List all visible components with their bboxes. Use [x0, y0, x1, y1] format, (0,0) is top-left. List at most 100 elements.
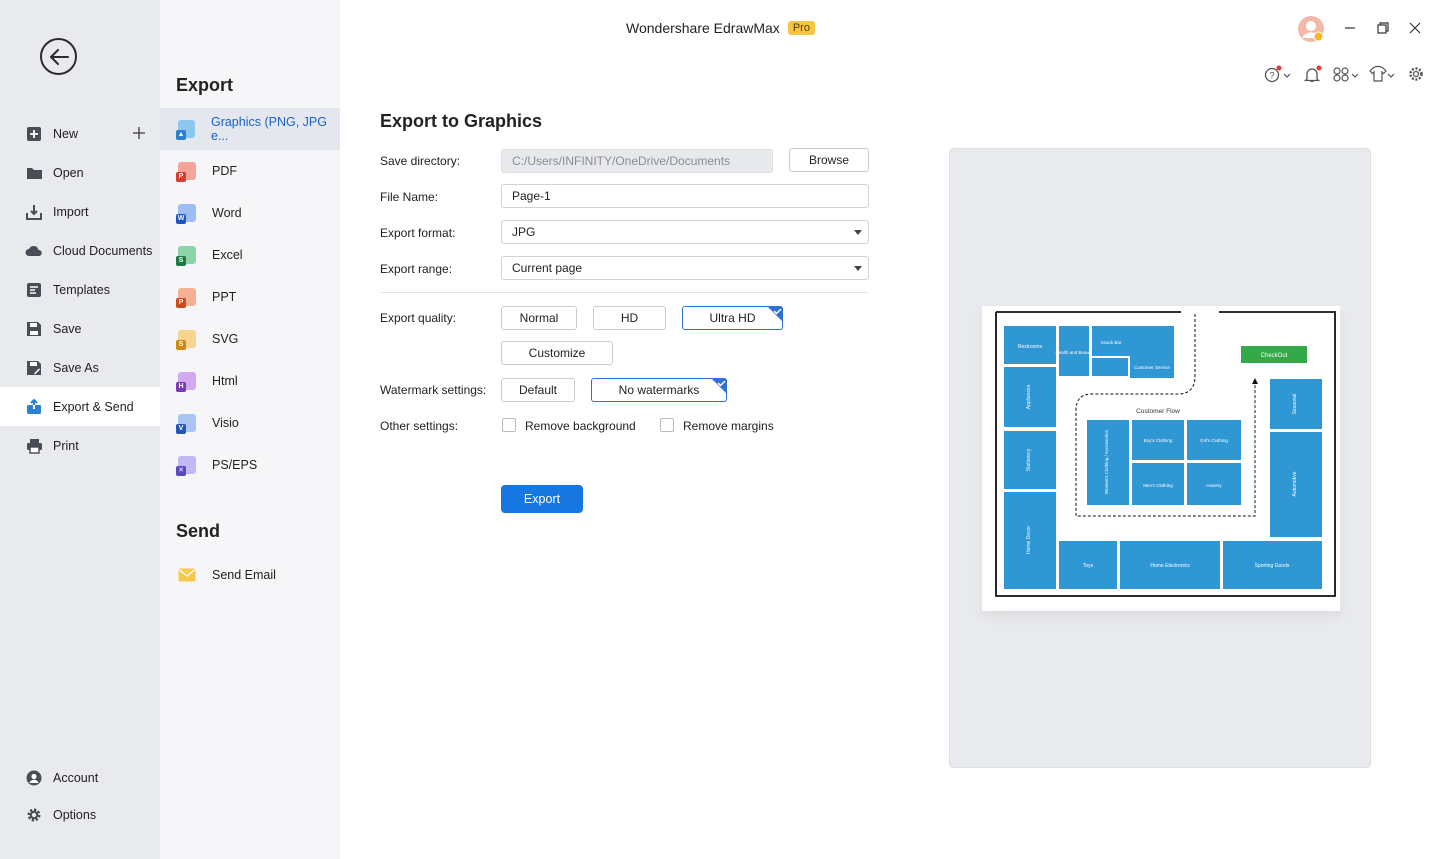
quality-hd-button[interactable]: HD — [593, 306, 666, 330]
avatar[interactable] — [1296, 14, 1326, 44]
save-directory-field: C:/Users/INFINITY/OneDrive/Documents — [501, 149, 773, 173]
chevron-down-icon — [854, 266, 862, 271]
divider — [380, 292, 869, 293]
notifications-button[interactable] — [1303, 64, 1323, 84]
sidebar-item-label: New — [53, 126, 79, 141]
export-item-ps-eps[interactable]: ✕ PS/EPS — [160, 444, 340, 486]
block-label: Home Decor — [1026, 526, 1032, 554]
block-small — [1092, 358, 1128, 376]
arrow-left-icon — [49, 48, 69, 65]
remove-margins-checkbox[interactable] — [660, 418, 674, 432]
save-directory-label: Save directory: — [380, 154, 461, 168]
sidebar-item-templates[interactable]: Templates — [0, 270, 160, 309]
sidebar-item-label: Cloud Documents — [53, 243, 153, 258]
export-item-label: Html — [212, 374, 238, 388]
minimize-icon — [1345, 27, 1355, 29]
export-format-label: Export format: — [380, 226, 456, 240]
export-item-label: SVG — [212, 332, 239, 346]
sidebar-item-label: Import — [53, 204, 89, 219]
preview-thumbnail: Restrooms Health and Beauty Snack Bar Cu… — [982, 306, 1340, 611]
block-label: Women's Clothing / Accessories — [1104, 429, 1109, 494]
svg-file-icon: S — [176, 330, 196, 350]
sidebar-item-label: Options — [53, 807, 97, 822]
theme-button[interactable] — [1368, 64, 1396, 84]
export-item-svg[interactable]: S SVG — [160, 318, 340, 360]
settings-button[interactable] — [1407, 64, 1425, 84]
image-file-icon: ▲ — [176, 120, 195, 140]
sidebar-item-export-send[interactable]: Export & Send — [0, 387, 160, 426]
sidebar-item-label: Account — [53, 770, 99, 785]
block-label: CheckOut — [1261, 353, 1288, 359]
export-item-visio[interactable]: V Visio — [160, 402, 340, 444]
sidebar: New Open Import Cloud Documents Template… — [0, 0, 160, 859]
export-item-ppt[interactable]: P PPT — [160, 276, 340, 318]
block-label: Automotive — [1292, 471, 1298, 496]
export-item-graphics[interactable]: ▲ Graphics (PNG, JPG e... — [160, 108, 340, 150]
sidebar-item-save[interactable]: Save — [0, 309, 160, 348]
sidebar-item-open[interactable]: Open — [0, 153, 160, 192]
help-button[interactable]: ? — [1264, 64, 1292, 84]
pro-badge: Pro — [787, 21, 815, 35]
new-icon — [25, 125, 43, 143]
sidebar-item-cloud-documents[interactable]: Cloud Documents — [0, 231, 160, 270]
send-item-email[interactable]: Send Email — [160, 554, 340, 596]
preview-panel: Restrooms Health and Beauty Snack Bar Cu… — [949, 148, 1371, 768]
sidebar-item-account[interactable]: Account — [0, 758, 160, 797]
export-item-label: PS/EPS — [212, 458, 258, 472]
close-icon — [1409, 22, 1421, 34]
export-button[interactable]: Export — [501, 485, 583, 513]
excel-file-icon: S — [176, 246, 196, 266]
export-item-label: PPT — [212, 290, 237, 304]
watermark-default-button[interactable]: Default — [501, 378, 575, 402]
remove-margins-label: Remove margins — [683, 419, 774, 433]
watermark-none-label: No watermarks — [618, 383, 700, 397]
export-icon — [25, 398, 43, 416]
plus-icon[interactable] — [132, 126, 146, 140]
quality-normal-button[interactable]: Normal — [501, 306, 577, 330]
sidebar-item-new[interactable]: New — [0, 114, 160, 153]
sidebar-item-import[interactable]: Import — [0, 192, 160, 231]
minimize-button[interactable] — [1338, 16, 1362, 40]
file-name-value: Page-1 — [512, 189, 551, 203]
sidebar-item-label: Open — [53, 165, 84, 180]
remove-background-checkbox[interactable] — [502, 418, 516, 432]
export-range-label: Export range: — [380, 262, 453, 276]
sidebar-item-print[interactable]: Print — [0, 426, 160, 465]
gear-icon — [25, 806, 43, 824]
export-item-word[interactable]: W Word — [160, 192, 340, 234]
cloud-icon — [25, 242, 43, 260]
customize-button[interactable]: Customize — [501, 341, 613, 365]
app-title: Wondershare EdrawMax Pro — [626, 20, 815, 36]
bell-icon — [1303, 65, 1322, 83]
html-file-icon: H — [176, 372, 196, 392]
export-item-excel[interactable]: S Excel — [160, 234, 340, 276]
block-label: Seasonal — [1292, 394, 1298, 415]
block-label: Appliances — [1026, 384, 1032, 409]
save-as-icon — [25, 359, 43, 377]
browse-button[interactable]: Browse — [789, 148, 869, 172]
export-range-select[interactable]: Current page — [501, 256, 869, 280]
quality-ultra-hd-label: Ultra HD — [709, 311, 756, 325]
restore-button[interactable] — [1371, 16, 1395, 40]
sidebar-item-options[interactable]: Options — [0, 795, 160, 834]
export-item-pdf[interactable]: P PDF — [160, 150, 340, 192]
export-item-html[interactable]: H Html — [160, 360, 340, 402]
export-format-select[interactable]: JPG — [501, 220, 869, 244]
back-button[interactable] — [40, 38, 77, 75]
close-button[interactable] — [1403, 16, 1427, 40]
restore-icon — [1377, 22, 1389, 34]
export-heading: Export — [176, 75, 234, 95]
export-quality-label: Export quality: — [380, 311, 457, 325]
sidebar-item-save-as[interactable]: Save As — [0, 348, 160, 387]
export-format-value: JPG — [512, 225, 536, 239]
envelope-icon — [178, 566, 196, 584]
remove-background-label: Remove background — [525, 419, 636, 433]
block-label: Customer Service — [1134, 365, 1170, 370]
watermark-none-button[interactable]: No watermarks — [591, 378, 727, 402]
store-layout-diagram: Restrooms Health and Beauty Snack Bar Cu… — [995, 311, 1336, 597]
quality-ultra-hd-button[interactable]: Ultra HD — [682, 306, 783, 330]
export-item-label: Visio — [212, 416, 239, 430]
file-name-input[interactable]: Page-1 — [501, 184, 869, 208]
apps-button[interactable] — [1332, 64, 1360, 84]
checkmark-icon — [711, 378, 727, 394]
